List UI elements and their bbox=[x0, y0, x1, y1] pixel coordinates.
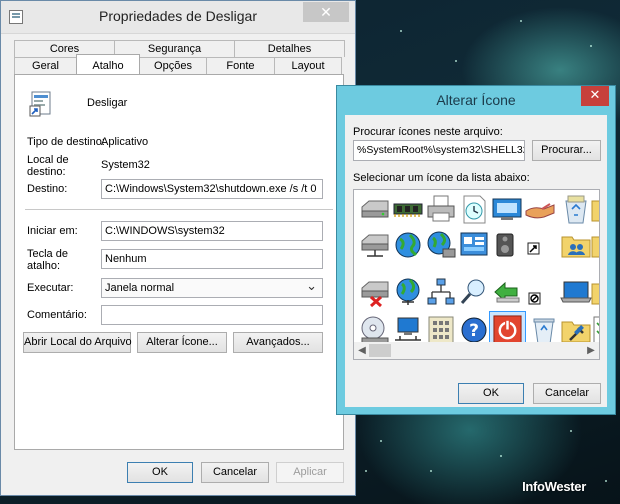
back-arrow-icon[interactable] bbox=[491, 276, 523, 308]
tab-detalhes[interactable]: Detalhes bbox=[234, 40, 345, 57]
star bbox=[430, 470, 432, 472]
tab-layout[interactable]: Layout bbox=[274, 57, 342, 74]
select-icon-label: Selecionar um ícone da lista abaixo: bbox=[353, 172, 530, 184]
look-for-icons-label: Procurar ícones neste arquivo: bbox=[353, 126, 503, 138]
shortcut-key-label: Tecla de atalho: bbox=[27, 248, 68, 272]
tab-geral[interactable]: Geral bbox=[14, 57, 77, 74]
tab-row-back: Cores Segurança Detalhes bbox=[14, 40, 345, 57]
tab-atalho[interactable]: Atalho bbox=[76, 54, 140, 74]
advanced-button[interactable]: Avançados... bbox=[233, 332, 323, 353]
dialog-title: Alterar Ícone bbox=[436, 92, 516, 108]
target-label: Destino: bbox=[27, 183, 68, 195]
control-panel-icon[interactable] bbox=[458, 229, 490, 261]
tab-row-front: Geral Atalho Opções Fonte Layout bbox=[14, 54, 342, 74]
shortcut-arrow-icon bbox=[527, 242, 540, 255]
svg-text:?: ? bbox=[469, 321, 479, 341]
star bbox=[520, 20, 522, 22]
shortcut-app-icon bbox=[29, 91, 51, 117]
comment-label: Comentário: bbox=[27, 309, 87, 321]
scroll-thumb[interactable] bbox=[369, 344, 391, 357]
run-label: Executar: bbox=[27, 282, 74, 294]
star bbox=[455, 60, 457, 62]
memory-chip-icon[interactable] bbox=[392, 193, 424, 225]
network-globe-icon[interactable] bbox=[425, 229, 457, 261]
window-title: Propriedades de Desligar bbox=[99, 8, 257, 24]
power-icon[interactable] bbox=[492, 314, 523, 345]
no-entry-shortcut-icon bbox=[528, 292, 541, 305]
dialog-body: Procurar ícones neste arquivo: %SystemRo… bbox=[345, 115, 607, 407]
monitor-window-icon[interactable] bbox=[491, 193, 523, 225]
change-icon-button[interactable]: Alterar Ícone... bbox=[137, 332, 227, 353]
drive-icon[interactable] bbox=[359, 193, 391, 225]
folder-icon[interactable] bbox=[590, 276, 600, 308]
star bbox=[570, 430, 572, 432]
star bbox=[380, 440, 382, 442]
printer-icon[interactable] bbox=[425, 193, 457, 225]
star bbox=[365, 470, 367, 472]
shortcut-name: Desligar bbox=[87, 97, 128, 109]
speaker-icon[interactable] bbox=[491, 229, 523, 261]
run-select-value: Janela normal bbox=[105, 282, 175, 294]
folder-icon[interactable] bbox=[590, 229, 600, 261]
star bbox=[400, 30, 402, 32]
apply-button[interactable]: Aplicar bbox=[276, 462, 344, 483]
watermark: InfoWester bbox=[522, 479, 586, 494]
recycle-bin-full-icon[interactable] bbox=[560, 193, 592, 225]
change-icon-dialog: Alterar Ícone ✕ Procurar ícones neste ar… bbox=[336, 85, 616, 415]
star bbox=[590, 45, 592, 47]
scroll-left-arrow-icon[interactable]: ◀ bbox=[355, 343, 369, 358]
tab-fonte[interactable]: Fonte bbox=[206, 57, 275, 74]
star bbox=[500, 455, 502, 457]
target-type-value: Aplicativo bbox=[101, 136, 149, 148]
scroll-right-arrow-icon[interactable]: ▶ bbox=[584, 343, 598, 358]
start-in-field[interactable]: C:\WINDOWS\system32 bbox=[101, 221, 323, 241]
folder-people-icon[interactable] bbox=[560, 229, 592, 261]
comment-field[interactable] bbox=[101, 305, 323, 325]
ok-button[interactable]: OK bbox=[127, 462, 193, 483]
open-file-location-button[interactable]: Abrir Local do Arquivo bbox=[23, 332, 132, 353]
hand-share-icon[interactable] bbox=[524, 193, 556, 225]
separator bbox=[25, 209, 333, 210]
target-field[interactable]: C:\Windows\System32\shutdown.exe /s /t 0 bbox=[101, 179, 323, 199]
target-location-value: System32 bbox=[101, 159, 150, 171]
icon-file-field[interactable]: %SystemRoot%\system32\SHELL32.dll bbox=[353, 140, 525, 161]
icon-list[interactable]: ? ◀ ▶ bbox=[353, 189, 600, 360]
cancel-button[interactable]: Cancelar bbox=[201, 462, 269, 483]
network-nodes-icon[interactable] bbox=[425, 276, 457, 308]
dialog-cancel-button[interactable]: Cancelar bbox=[533, 383, 601, 404]
clock-document-icon[interactable] bbox=[458, 193, 490, 225]
disconnected-drive-icon[interactable] bbox=[359, 276, 391, 308]
globe-icon[interactable] bbox=[392, 229, 424, 261]
search-icon[interactable] bbox=[458, 276, 490, 308]
close-button[interactable]: ✕ bbox=[303, 2, 349, 22]
dialog-close-button[interactable]: ✕ bbox=[581, 86, 609, 106]
dialog-ok-button[interactable]: OK bbox=[458, 383, 524, 404]
start-in-label: Iniciar em: bbox=[27, 225, 78, 237]
network-globe-2-icon[interactable] bbox=[392, 276, 424, 308]
target-location-label: Local de destino: bbox=[27, 154, 69, 178]
laptop-icon[interactable] bbox=[560, 276, 592, 308]
shortcut-key-field[interactable]: Nenhum bbox=[101, 249, 323, 269]
target-type-label: Tipo de destino: bbox=[27, 136, 105, 148]
horizontal-scrollbar[interactable]: ◀ ▶ bbox=[354, 342, 599, 359]
browse-button[interactable]: Procurar... bbox=[532, 140, 601, 161]
tab-opcoes[interactable]: Opções bbox=[139, 57, 207, 74]
tab-panel-atalho: Desligar Tipo de destino: Aplicativo Loc… bbox=[14, 74, 344, 450]
star bbox=[605, 480, 607, 482]
properties-window: Propriedades de Desligar ✕ Cores Seguran… bbox=[0, 0, 356, 496]
folder-icon[interactable] bbox=[590, 193, 600, 225]
run-select[interactable]: Janela normal bbox=[101, 278, 323, 298]
network-drive-icon[interactable] bbox=[359, 229, 391, 261]
title-bar[interactable]: Propriedades de Desligar ✕ bbox=[1, 1, 355, 34]
